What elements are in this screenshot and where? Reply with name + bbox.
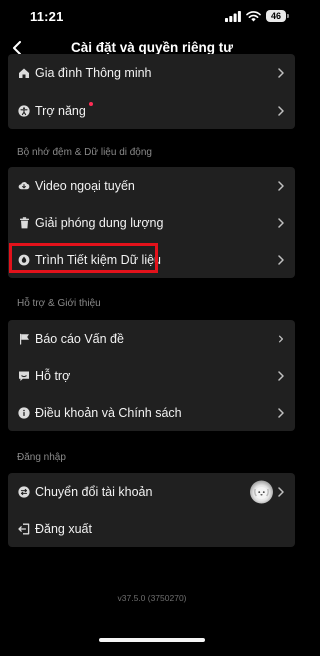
- help-chat-icon: [18, 370, 30, 382]
- chevron-right-icon: [278, 407, 284, 418]
- settings-row-label: Điều khoản và Chính sách: [35, 405, 182, 420]
- switch-account-icon: [18, 485, 30, 498]
- app-version: v37.5.0 (3750270): [117, 593, 187, 603]
- home-indicator[interactable]: [99, 638, 205, 642]
- avatar: [250, 480, 273, 503]
- settings-row-family-pairing[interactable]: Gia đình Thông minh: [8, 54, 295, 92]
- cache-settings-card: Video ngoại tuyến Giải phóng dung lượng …: [8, 167, 295, 278]
- section-header-cache: Bộ nhớ đệm & Dữ liệu di động: [17, 147, 152, 158]
- chevron-right-icon: [278, 68, 284, 78]
- chevron-right-icon: [278, 254, 284, 265]
- info-icon: [18, 406, 30, 419]
- status-time: 11:21: [30, 9, 64, 24]
- page-title: Cài đặt và quyền riêng tư: [70, 40, 234, 55]
- chevron-right-icon: [278, 105, 284, 116]
- wifi-icon: [246, 10, 261, 21]
- settings-row-offline-videos[interactable]: Video ngoại tuyến: [8, 167, 295, 204]
- logout-icon: [18, 523, 30, 535]
- settings-row-label: Giải phóng dung lượng: [35, 215, 164, 230]
- settings-row-label: Chuyển đổi tài khoản: [35, 484, 153, 499]
- status-bar: 11:21 46: [0, 0, 304, 34]
- notification-dot: [89, 102, 93, 106]
- settings-row-label: Trình Tiết kiệm Dữ liệu: [35, 252, 161, 267]
- settings-row-data-saver[interactable]: Trình Tiết kiệm Dữ liệu: [8, 241, 295, 278]
- settings-row-label: Video ngoại tuyến: [35, 178, 135, 193]
- settings-row-label: Hỗ trợ: [35, 368, 71, 383]
- settings-row-label: Gia đình Thông minh: [35, 66, 152, 80]
- settings-row-label: Đăng xuất: [35, 521, 92, 536]
- settings-row-logout[interactable]: Đăng xuất: [8, 510, 295, 547]
- chevron-right-icon: [278, 486, 284, 497]
- chevron-right-icon: [278, 335, 284, 342]
- settings-row-switch-account[interactable]: Chuyển đổi tài khoản: [8, 473, 295, 510]
- settings-row-terms-policies[interactable]: Điều khoản và Chính sách: [8, 394, 295, 431]
- flag-icon: [18, 333, 30, 345]
- settings-row-accessibility[interactable]: Trợ năng: [8, 92, 295, 129]
- settings-row-label: Trợ năng: [35, 103, 86, 118]
- support-settings-card: Báo cáo Vấn đề Hỗ trợ Điều khoản và Chín…: [8, 320, 295, 431]
- chevron-right-icon: [278, 217, 284, 228]
- settings-row-label: Báo cáo Vấn đề: [35, 331, 124, 346]
- section-header-support: Hỗ trợ & Giới thiệu: [17, 298, 101, 309]
- trash-icon: [18, 216, 30, 229]
- login-settings-card: Chuyển đổi tài khoản Đăng xuất: [8, 473, 295, 547]
- chevron-right-icon: [278, 370, 284, 381]
- accessibility-icon: [18, 104, 30, 117]
- home-icon: [18, 67, 30, 79]
- settings-row-support[interactable]: Hỗ trợ: [8, 357, 295, 394]
- battery-icon: 46: [266, 10, 289, 22]
- settings-row-report-problem[interactable]: Báo cáo Vấn đề: [8, 320, 295, 357]
- settings-row-free-up-space[interactable]: Giải phóng dung lượng: [8, 204, 295, 241]
- chevron-right-icon: [278, 180, 284, 191]
- signal-icon: [225, 10, 241, 22]
- section-header-login: Đăng nhập: [17, 452, 66, 463]
- status-icons: 46: [225, 10, 289, 22]
- top-settings-card: Gia đình Thông minh Trợ năng: [8, 54, 295, 129]
- data-saver-icon: [18, 254, 30, 266]
- download-cloud-icon: [18, 180, 30, 192]
